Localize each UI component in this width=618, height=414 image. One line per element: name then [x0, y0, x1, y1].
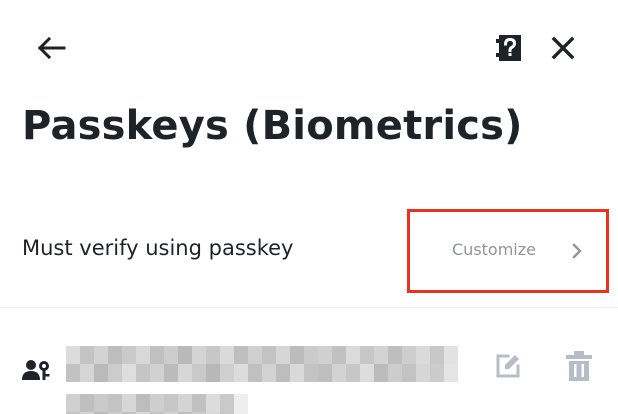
arrow-left-icon: [37, 36, 66, 60]
passkey-name-redacted: [66, 346, 458, 414]
help-button[interactable]: [496, 33, 524, 63]
verification-label: Must verify using passkey: [22, 236, 294, 260]
close-button[interactable]: [548, 33, 578, 63]
passkey-list-item: [0, 330, 618, 414]
trash-icon: [566, 351, 592, 381]
back-button[interactable]: [36, 34, 68, 62]
edit-passkey-button[interactable]: [494, 352, 522, 380]
customize-highlight-box: [407, 209, 609, 293]
edit-icon: [496, 354, 520, 378]
passkeys-page: Passkeys (Biometrics) Must verify using …: [0, 0, 618, 414]
delete-passkey-button[interactable]: [565, 350, 593, 382]
top-bar: [0, 0, 618, 96]
user-key-icon: [22, 360, 50, 380]
divider: [0, 307, 618, 308]
page-title: Passkeys (Biometrics): [22, 103, 523, 149]
help-document-icon: [496, 35, 521, 61]
close-icon: [551, 36, 575, 60]
